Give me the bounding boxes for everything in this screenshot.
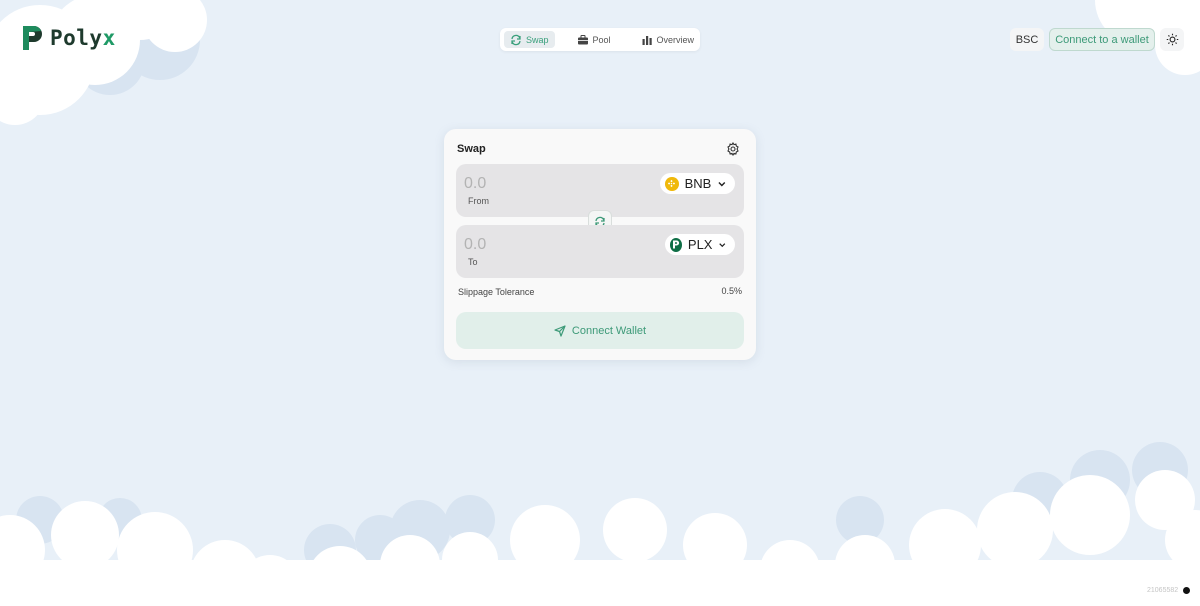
- tab-overview-label: Overview: [656, 34, 695, 45]
- connect-wallet-header-button[interactable]: Connect to a wallet: [1049, 28, 1155, 51]
- tab-overview[interactable]: Overview: [635, 31, 701, 48]
- from-token-name: BNB: [684, 176, 712, 191]
- main-nav: Swap Pool Overview: [500, 28, 700, 51]
- build-id: 21065582: [1147, 587, 1179, 594]
- from-token-select[interactable]: BNB: [660, 173, 735, 194]
- connect-wallet-label: Connect Wallet: [571, 324, 647, 337]
- briefcase-icon: [577, 34, 588, 44]
- send-icon: [554, 324, 566, 337]
- to-label: To: [468, 257, 478, 267]
- slippage-value[interactable]: 0.5%: [721, 286, 742, 296]
- bnb-icon: [665, 176, 679, 191]
- to-amount-input[interactable]: [464, 236, 584, 254]
- polyx-logo-icon: [23, 26, 42, 50]
- swap-card-title: Swap: [457, 143, 486, 155]
- tab-swap[interactable]: Swap: [504, 31, 555, 48]
- bar-chart-icon: [642, 35, 652, 45]
- chevron-down-icon: [718, 181, 726, 186]
- to-token-select[interactable]: PLX: [665, 234, 735, 255]
- gear-icon[interactable]: [726, 142, 740, 156]
- slippage-label: Slippage Tolerance: [458, 287, 535, 297]
- tab-pool-label: Pool: [592, 34, 611, 45]
- network-button[interactable]: BSC: [1010, 28, 1044, 51]
- sun-icon: [1166, 33, 1178, 46]
- theme-toggle-button[interactable]: [1160, 28, 1184, 51]
- tab-swap-label: Swap: [526, 34, 549, 45]
- swap-icon: [511, 34, 521, 45]
- tab-pool[interactable]: Pool: [571, 31, 617, 48]
- to-field: To PLX: [456, 225, 744, 278]
- swap-card: Swap From BNB To: [444, 129, 756, 360]
- plx-icon: [670, 237, 682, 252]
- app-page: Polyx Swap Pool Overview BSC Connect to …: [0, 0, 1200, 606]
- brand-logo[interactable]: Polyx: [20, 24, 116, 52]
- status-dot: [1183, 587, 1190, 594]
- connect-wallet-button[interactable]: Connect Wallet: [456, 312, 744, 349]
- from-amount-input[interactable]: [464, 175, 584, 193]
- chevron-down-icon: [719, 242, 726, 247]
- to-token-name: PLX: [687, 237, 713, 252]
- from-label: From: [468, 196, 489, 206]
- brand-name: Polyx: [50, 26, 116, 50]
